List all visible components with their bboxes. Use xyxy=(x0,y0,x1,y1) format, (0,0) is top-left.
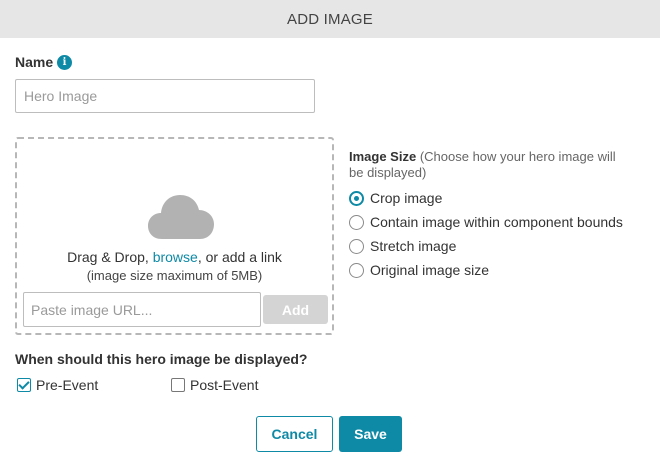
browse-link[interactable]: browse xyxy=(153,249,198,265)
display-timing-question: When should this hero image be displayed… xyxy=(15,351,308,367)
post-event-checkbox[interactable] xyxy=(171,378,185,392)
radio-crop-image[interactable]: Crop image xyxy=(349,189,442,207)
cloud-icon xyxy=(148,195,214,239)
dialog-title: ADD IMAGE xyxy=(287,10,373,28)
save-button[interactable]: Save xyxy=(339,416,402,452)
drag-drop-text: Drag & Drop, browse, or add a link xyxy=(17,249,332,265)
cancel-button[interactable]: Cancel xyxy=(256,416,333,452)
radio-label: Stretch image xyxy=(370,238,457,254)
image-size-heading: Image Size (Choose how your hero image w… xyxy=(349,149,619,181)
post-event-option[interactable]: Post-Event xyxy=(171,376,258,394)
info-icon[interactable]: i xyxy=(57,55,72,70)
radio-label: Original image size xyxy=(370,262,490,278)
post-event-label: Post-Event xyxy=(190,377,259,393)
name-label: Name xyxy=(15,54,54,70)
radio-label: Contain image within component bounds xyxy=(370,214,623,230)
radio-label: Crop image xyxy=(370,190,443,206)
name-input[interactable] xyxy=(15,79,315,113)
image-size-title: Image Size xyxy=(349,149,417,164)
size-limit-note: (image size maximum of 5MB) xyxy=(86,268,263,283)
drag-text-before: Drag & Drop, xyxy=(67,249,153,265)
radio-button[interactable] xyxy=(349,262,364,278)
radio-original-size[interactable]: Original image size xyxy=(349,261,489,279)
add-url-button[interactable]: Add xyxy=(263,295,328,324)
image-url-input[interactable] xyxy=(23,292,261,327)
image-dropzone[interactable]: Drag & Drop, browse, or add a link (imag… xyxy=(15,137,334,335)
radio-button[interactable] xyxy=(349,214,364,230)
radio-contain-image[interactable]: Contain image within component bounds xyxy=(349,213,623,231)
radio-stretch-image[interactable]: Stretch image xyxy=(349,237,456,255)
radio-button[interactable] xyxy=(349,238,364,254)
drag-text-after: , or add a link xyxy=(197,249,282,265)
pre-event-checkbox[interactable] xyxy=(17,378,31,392)
pre-event-label: Pre-Event xyxy=(36,377,99,393)
radio-button[interactable] xyxy=(349,190,364,206)
dialog-header: ADD IMAGE xyxy=(0,0,660,38)
pre-event-option[interactable]: Pre-Event xyxy=(17,376,98,394)
